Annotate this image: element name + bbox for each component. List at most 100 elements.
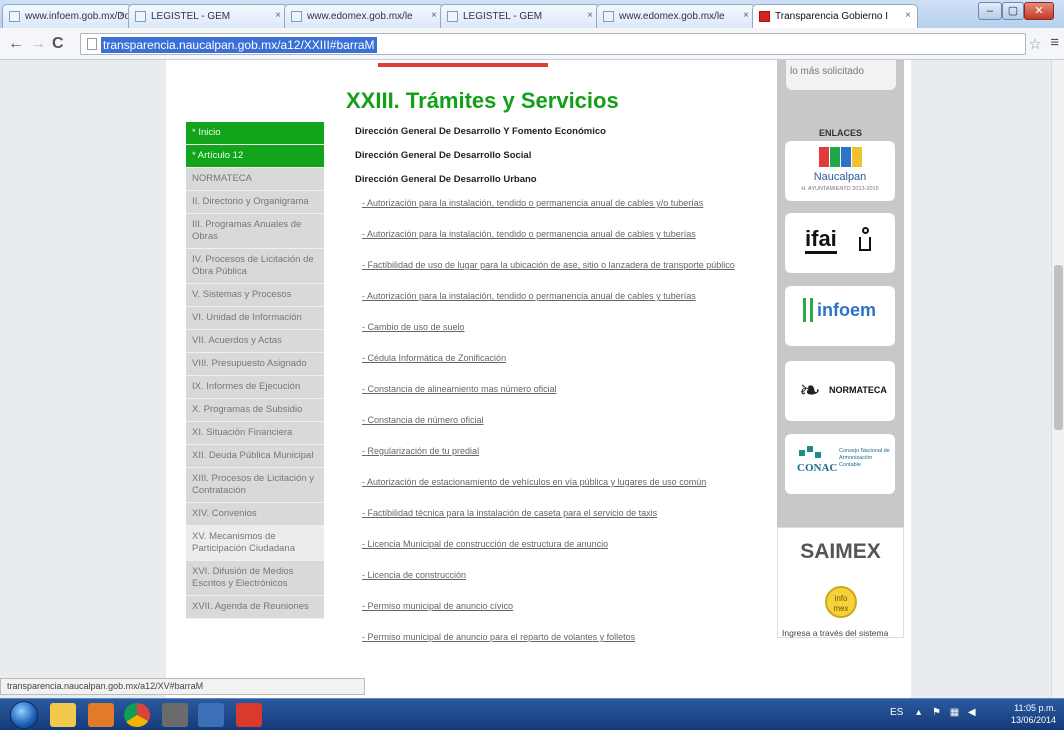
sidebar-item-acuerdos[interactable]: VII. Acuerdos y Actas: [186, 330, 324, 353]
tramite-link[interactable]: - Cambio de uso de suelo: [362, 321, 772, 333]
sidebar-nav: * Inicio * Artículo 12 NORMATECA II. Dir…: [186, 122, 324, 700]
pdf-reader-icon[interactable]: [236, 703, 262, 727]
close-tab-icon[interactable]: ×: [119, 10, 125, 21]
address-bar[interactable]: transparencia.naucalpan.gob.mx/a12/XXIII…: [80, 33, 1026, 55]
normateca-link[interactable]: ❧ NORMATECA: [785, 361, 895, 421]
mas-solicitado-box[interactable]: lo más solicitado: [786, 60, 896, 90]
sidebar-item-convenios[interactable]: XIV. Convenios: [186, 503, 324, 526]
sidebar-item-inicio[interactable]: * Inicio: [186, 122, 324, 145]
page-favicon-icon: [291, 11, 302, 22]
maximize-icon[interactable]: ▢: [1002, 2, 1024, 20]
sidebar-item-licitacion-contratacion[interactable]: XIII. Procesos de Licitación y Contratac…: [186, 468, 324, 503]
tramite-link[interactable]: - Factibilidad técnica para la instalaci…: [362, 507, 772, 519]
browser-tab-5[interactable]: www.edomex.gob.mx/le ×: [596, 4, 756, 28]
menu-icon[interactable]: ≡: [1050, 34, 1059, 51]
flag-icon[interactable]: ⚑: [932, 707, 941, 718]
sidebar-item-informes[interactable]: IX. Informes de Ejecución: [186, 376, 324, 399]
tramite-link[interactable]: - Autorización para la instalación, tend…: [362, 290, 772, 302]
browser-tab-active[interactable]: Transparencia Gobierno I ×: [752, 4, 918, 29]
tab-label: www.edomex.gob.mx/le: [307, 11, 413, 22]
minimize-icon[interactable]: –: [978, 2, 1002, 20]
browser-tab-3[interactable]: www.edomex.gob.mx/le ×: [284, 4, 444, 28]
sidebar-item-directorio[interactable]: II. Directorio y Organigrama: [186, 191, 324, 214]
close-tab-icon[interactable]: ×: [743, 10, 749, 21]
tramite-link[interactable]: - Constancia de alineamiento mas número …: [362, 383, 772, 395]
windows-taskbar: ES ▴ ⚑ ▦ ◀ 11:05 p.m. 13/06/2014: [0, 698, 1064, 730]
sidebar-item-agenda[interactable]: XVII. Agenda de Reuniones: [186, 596, 324, 619]
tramite-link[interactable]: - Licencia de construcción: [362, 569, 772, 581]
language-indicator[interactable]: ES: [890, 707, 903, 718]
naucalpan-logo-text: Naucalpan: [813, 171, 867, 183]
page-favicon-icon: [9, 11, 20, 22]
word-icon[interactable]: [198, 703, 224, 727]
tab-label: www.edomex.gob.mx/le: [619, 11, 725, 22]
tray-arrow-icon[interactable]: ▴: [916, 707, 921, 718]
media-player-icon[interactable]: [88, 703, 114, 727]
naucalpan-link[interactable]: Naucalpan H. AYUNTAMIENTO 2013-2015: [785, 141, 895, 201]
sidebar-item-difusion[interactable]: XVI. Difusión de Medios Escritos y Elect…: [186, 561, 324, 596]
saimex-title: SAIMEX: [800, 540, 881, 563]
sidebar-item-normateca[interactable]: NORMATECA: [186, 168, 324, 191]
tab-label: LEGISTEL - GEM: [463, 11, 543, 22]
close-tab-icon[interactable]: ×: [587, 10, 593, 21]
sidebar-item-licitacion-obra[interactable]: IV. Procesos de Licitación de Obra Públi…: [186, 249, 324, 284]
header-accent-bar: [378, 63, 548, 67]
bookmark-star-icon[interactable]: ☆: [1029, 35, 1042, 53]
tramite-link[interactable]: - Cédula Informática de Zonificación: [362, 352, 772, 364]
clock[interactable]: 11:05 p.m. 13/06/2014: [1011, 702, 1056, 726]
chrome-icon[interactable]: [124, 703, 150, 727]
naucalpan-logo-icon: [819, 147, 863, 167]
tramite-link[interactable]: - Autorización de estacionamiento de veh…: [362, 476, 772, 488]
saimex-description: Ingresa a través del sistema Infomex-Sai…: [782, 628, 889, 638]
sidebar-item-situacion-financiera[interactable]: XI. Situación Financiera: [186, 422, 324, 445]
tramite-link[interactable]: - Autorización para la instalación, tend…: [362, 197, 772, 209]
close-tab-icon[interactable]: ×: [275, 10, 281, 21]
browser-tab-4[interactable]: LEGISTEL - GEM ×: [440, 4, 600, 28]
conac-logo-icon: [799, 446, 825, 460]
tramite-link[interactable]: - Regularización de tu predial: [362, 445, 772, 457]
reload-icon[interactable]: C: [52, 35, 64, 53]
file-explorer-icon[interactable]: [50, 703, 76, 727]
start-button[interactable]: [10, 701, 38, 729]
tramite-link[interactable]: - Licencia Municipal de construcción de …: [362, 538, 772, 550]
browser-toolbar: ← → C transparencia.naucalpan.gob.mx/a12…: [0, 28, 1064, 60]
sidebar-item-programas-obras[interactable]: III. Programas Anuales de Obras: [186, 214, 324, 249]
page-title: XXIII. Trámites y Servicios: [346, 88, 619, 113]
saimex-panel[interactable]: SAIMEX info mex Ingresa a través del sis…: [777, 527, 904, 638]
system-tray: ES ▴ ⚑ ▦ ◀: [890, 707, 976, 718]
close-tab-icon[interactable]: ×: [905, 10, 911, 21]
tab-label: Transparencia Gobierno I: [775, 11, 889, 22]
tramite-link[interactable]: - Factibilidad de uso de lugar para la u…: [362, 259, 772, 271]
forward-arrow-icon[interactable]: →: [30, 35, 46, 53]
sidebar-item-subsidio[interactable]: X. Programas de Subsidio: [186, 399, 324, 422]
tramite-link[interactable]: - Autorización para la instalación, tend…: [362, 228, 772, 240]
close-tab-icon[interactable]: ×: [431, 10, 437, 21]
network-icon[interactable]: ▦: [950, 707, 959, 718]
volume-icon[interactable]: ◀: [968, 707, 976, 718]
page-favicon-icon: [759, 11, 770, 22]
tramite-link[interactable]: - Permiso municipal de anuncio cívico: [362, 600, 772, 612]
address-url[interactable]: transparencia.naucalpan.gob.mx/a12/XXIII…: [101, 37, 377, 53]
infoem-logo-text: infoem: [817, 300, 877, 320]
conac-link[interactable]: CONAC Consejo Nacional de Armonización C…: [785, 434, 895, 494]
infoem-link[interactable]: infoem: [785, 286, 895, 346]
department-heading: Dirección General De Desarrollo Urbano: [355, 174, 537, 185]
tab-label: LEGISTEL - GEM: [151, 11, 231, 22]
sidebar-item-unidad-informacion[interactable]: VI. Unidad de Información: [186, 307, 324, 330]
scrollbar-thumb[interactable]: [1054, 265, 1063, 430]
sidebar-item-participacion[interactable]: XV. Mecanismos de Participación Ciudadan…: [186, 526, 324, 561]
infomex-badge-icon: info mex: [825, 586, 857, 618]
tramite-link[interactable]: - Permiso municipal de anuncio para el r…: [362, 631, 772, 643]
sidebar-item-sistemas[interactable]: V. Sistemas y Procesos: [186, 284, 324, 307]
vertical-scrollbar[interactable]: [1051, 60, 1064, 698]
tramite-link[interactable]: - Constancia de número oficial: [362, 414, 772, 426]
ifai-link[interactable]: ifai: [785, 213, 895, 273]
browser-tab-2[interactable]: LEGISTEL - GEM ×: [128, 4, 288, 28]
close-window-icon[interactable]: ✕: [1024, 2, 1054, 20]
sidebar-item-articulo-12[interactable]: * Artículo 12: [186, 145, 324, 168]
sidebar-item-deuda[interactable]: XII. Deuda Pública Municipal: [186, 445, 324, 468]
browser-tab-1[interactable]: www.infoem.gob.mx/Doc ×: [2, 4, 132, 28]
window-icon[interactable]: [162, 703, 188, 727]
back-arrow-icon[interactable]: ←: [8, 35, 24, 53]
sidebar-item-presupuesto[interactable]: VIII. Presupuesto Asignado: [186, 353, 324, 376]
